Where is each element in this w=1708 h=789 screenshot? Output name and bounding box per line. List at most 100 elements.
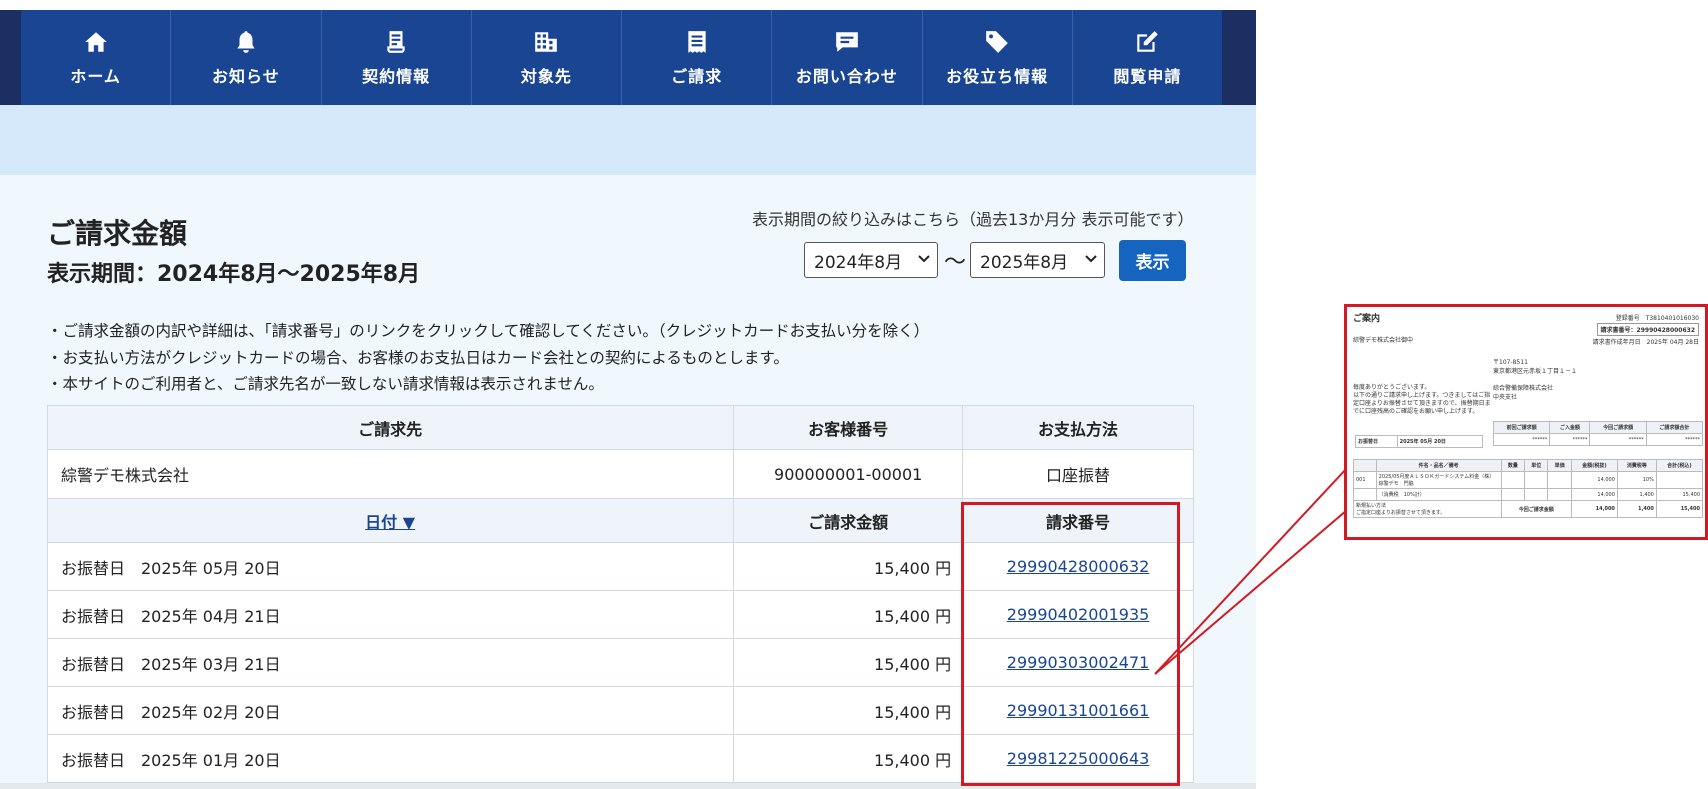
row-invoice-cell: 29990303002471 <box>962 638 1194 687</box>
home-icon <box>84 31 107 52</box>
nav-label: お知らせ <box>212 66 280 86</box>
nav-edge-right <box>1222 10 1256 105</box>
row-date: お振替日 2025年 04月 21日 <box>46 590 735 639</box>
preview-addressee: 綜警デモ株式会社御中 <box>1353 337 1414 344</box>
preview-cell <box>1353 459 1377 472</box>
header-invoice-no: 請求番号 <box>962 498 1194 543</box>
preview-address: 東京都港区元赤坂１丁目１－１ <box>1493 368 1578 375</box>
nav-item-news[interactable]: お知らせ <box>171 10 322 105</box>
row-date: お振替日 2025年 02月 20日 <box>46 686 735 735</box>
note-line: ・ご請求金額の内訳や詳細は、「請求番号」のリンクをクリックして確認してください。… <box>47 322 930 340</box>
preview-invoice-no: 請求書番号：29990428000632 <box>1596 323 1699 336</box>
invoice-number-link[interactable]: 29990303002471 <box>1007 653 1150 672</box>
header-billing-to: ご請求先 <box>46 405 735 450</box>
preview-postal: 〒107-8511 <box>1493 359 1528 366</box>
table-row: お振替日 2025年 03月 21日 15,400 円 299903030024… <box>46 638 1194 687</box>
display-period: 表示期間：2024年8月〜2025年8月 <box>47 262 421 287</box>
note-line: ・本サイトのご利用者と、ご請求先名が一致しない請求情報は表示されません。 <box>47 375 604 393</box>
preview-transfer-row: お振替日 2025年 05月 20日 <box>1355 435 1484 448</box>
note-line: ・お支払い方法がクレジットカードの場合、お客様のお支払日はカード会社との契約によ… <box>47 348 789 367</box>
date-sort-link[interactable]: 日付 ▼ <box>365 513 415 532</box>
nav-item-targets[interactable]: 対象先 <box>472 10 622 105</box>
period-to-select[interactable]: 2025年8月 <box>970 242 1105 278</box>
notes: ・ご請求金額の内訳や詳細は、「請求番号」のリンクをクリックして確認してください。… <box>47 318 929 398</box>
invoice-number-link[interactable]: 29981225000643 <box>1007 749 1150 768</box>
preview-cell: ****** <box>1492 433 1551 446</box>
show-button[interactable]: 表示 <box>1119 240 1186 281</box>
billing-table: ご請求先 お客様番号 お支払方法 綜警デモ株式会社 900000001-0000… <box>46 405 1194 783</box>
table-header-row: ご請求先 お客様番号 お支払方法 <box>46 405 1194 450</box>
preview-cell: 1,400 <box>1616 500 1657 518</box>
nav-item-useful-info[interactable]: お役立ち情報 <box>923 10 1073 105</box>
preview-transfer-date: 2025年 05月 20日 <box>1396 435 1484 448</box>
nav-item-view-request[interactable]: 閲覧申請 <box>1073 10 1222 105</box>
preview-cell: 単価 <box>1547 459 1572 472</box>
nav-item-contract[interactable]: 契約情報 <box>322 10 472 105</box>
preview-reg-no: 登録番号 T3810401016030 <box>1615 315 1699 322</box>
preview-cell <box>1353 488 1377 501</box>
chat-icon <box>836 31 858 52</box>
table-subheader-row: 日付 ▼ ご請求金額 請求番号 <box>46 498 1194 543</box>
preview-branch: 中央支社 <box>1493 394 1518 401</box>
nav-item-home[interactable]: ホーム <box>21 10 172 105</box>
invoice-number-link[interactable]: 29990131001661 <box>1007 701 1150 720</box>
row-date: お振替日 2025年 05月 20日 <box>46 542 735 591</box>
preview-cell <box>1655 471 1704 489</box>
chevron-down-icon <box>918 255 930 263</box>
preview-cell: 消費税等 <box>1616 459 1657 472</box>
row-amount: 15,400 円 <box>733 734 964 783</box>
nav-label: 契約情報 <box>362 66 431 86</box>
preview-issue-date: 請求書作成年月日 2025年 04月 28日 <box>1592 339 1699 346</box>
period-from-select[interactable]: 2024年8月 <box>804 242 938 278</box>
nav-item-billing[interactable]: ご請求 <box>622 10 773 105</box>
preview-cell <box>1500 471 1526 489</box>
table-row: お振替日 2025年 02月 20日 15,400 円 299901310016… <box>46 686 1194 735</box>
preview-cell: 件名・品名／備考 <box>1375 459 1502 472</box>
preview-title: ご案内 <box>1353 314 1381 324</box>
preview-total-row: 新規払い方法 ご指定口座よりお振替させて頂きます。 今回ご請求金額 14,000… <box>1353 500 1704 518</box>
preview-detail-row: 001 2025/05月度ＡＬＳＯＫガードシステム料金（株）綜警デモ 門脇 14… <box>1353 471 1704 489</box>
preview-footer-note: ご指定口座よりお振替させて頂きます。 <box>1356 510 1446 516</box>
preview-cell <box>1547 471 1572 489</box>
preview-company: 綜合警備保障株式会社 <box>1493 385 1554 392</box>
payment-method: 口座振替 <box>962 449 1194 499</box>
table-row: お振替日 2025年 01月 20日 15,400 円 299812250006… <box>46 734 1194 783</box>
preview-cell: 前回ご請求額 <box>1492 421 1551 434</box>
preview-cell: 10% <box>1616 471 1657 489</box>
header-amount: ご請求金額 <box>733 498 964 543</box>
preview-message: でに口座残高のご確認をお願い申し上げます。 <box>1353 408 1479 415</box>
preview-cell: 14,000 <box>1570 488 1618 501</box>
preview-summary-table: 前回ご請求額 ご入金額 今回ご請求額 ご請求額合計 ****** ****** … <box>1492 421 1704 446</box>
header-customer-no: お客様番号 <box>733 405 964 450</box>
nav-label: ご請求 <box>671 66 723 86</box>
preview-detail-row: （消費税 10%計） 14,000 1,400 15,400 <box>1353 488 1704 501</box>
preview-cell: 15,400 <box>1655 500 1704 518</box>
nav-label: 対象先 <box>520 66 572 86</box>
table-row: お振替日 2025年 04月 21日 15,400 円 299904020019… <box>46 590 1194 639</box>
nav-item-contact[interactable]: お問い合わせ <box>772 10 923 105</box>
preview-cell <box>1524 471 1549 489</box>
preview-cell: 金額(税抜) <box>1570 459 1618 472</box>
invoice-preview: ご案内 登録番号 T3810401016030 請求書番号：2999042800… <box>1344 304 1708 540</box>
preview-cell: ご請求額合計 <box>1645 421 1704 434</box>
filter-hint: 表示期間の絞り込みはこちら（過去13か月分 表示可能です） <box>752 210 1194 229</box>
main-nav: ホーム お知らせ 契約情報 対象先 ご請求 お問い合わせ お役立ち情報 閲覧申請 <box>21 10 1222 105</box>
preview-transfer-table: お振替日 2025年 05月 20日 <box>1355 435 1484 448</box>
nav-edge-left <box>0 10 21 105</box>
nav-label: お役立ち情報 <box>946 66 1049 86</box>
invoice-number-link[interactable]: 29990402001935 <box>1007 605 1150 624</box>
invoice-number-link[interactable]: 29990428000632 <box>1007 557 1150 576</box>
preview-summary-header: 前回ご請求額 ご入金額 今回ご請求額 ご請求額合計 <box>1492 421 1704 434</box>
row-amount: 15,400 円 <box>733 590 964 639</box>
row-invoice-cell: 29981225000643 <box>962 734 1194 783</box>
row-amount: 15,400 円 <box>733 542 964 591</box>
preview-summary-values: ****** ****** ****** ****** <box>1492 433 1704 446</box>
preview-cell <box>1547 488 1572 501</box>
billing-to-name: 綜警デモ株式会社 <box>46 449 735 499</box>
preview-cell: 14,000 <box>1570 500 1618 518</box>
preview-cell: 2025/05月度ＡＬＳＯＫガードシステム料金（株）綜警デモ 門脇 <box>1375 471 1502 489</box>
preview-cell <box>1500 488 1526 501</box>
preview-detail-header: 件名・品名／備考 数量 単位 単価 金額(税抜) 消費税等 合計(税込) <box>1353 459 1704 472</box>
banner <box>0 105 1256 175</box>
row-amount: 15,400 円 <box>733 686 964 735</box>
